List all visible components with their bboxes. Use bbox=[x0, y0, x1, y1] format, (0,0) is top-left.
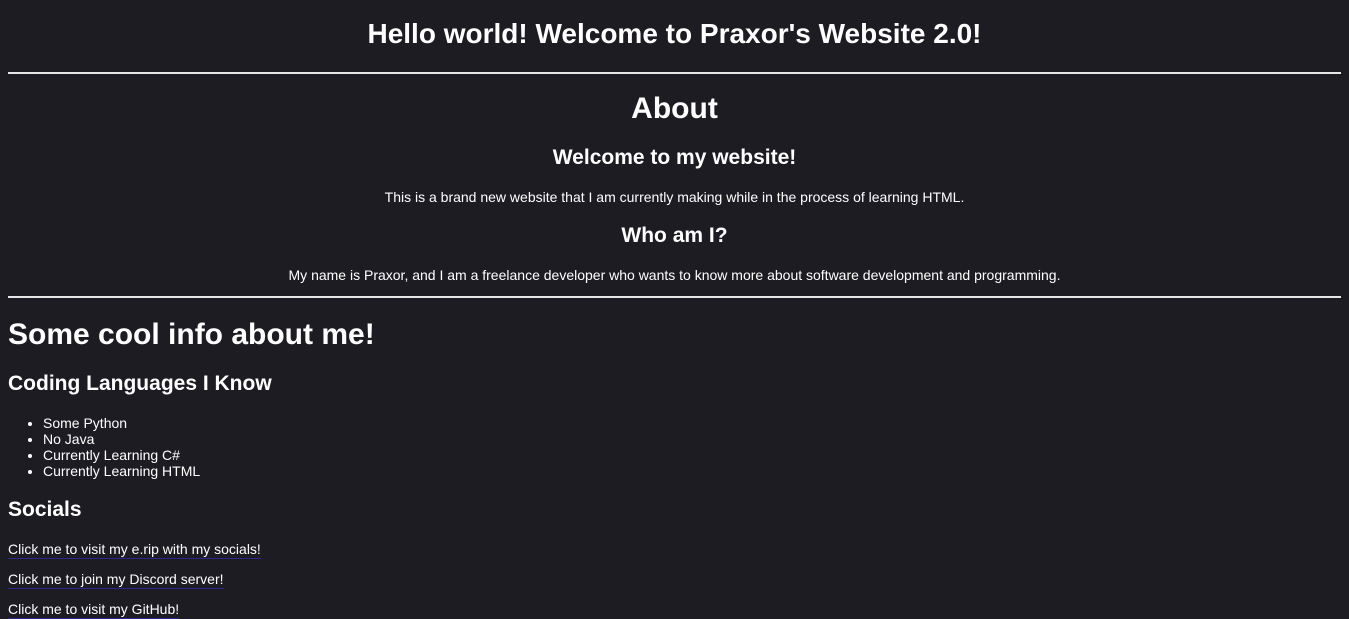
divider-top bbox=[8, 72, 1341, 74]
page: Hello world! Welcome to Praxor's Website… bbox=[0, 0, 1349, 619]
erip-link[interactable]: Click me to visit my e.rip with my socia… bbox=[8, 540, 261, 559]
list-item: Some Python bbox=[43, 415, 200, 431]
who-text: My name is Praxor, and I am a freelance … bbox=[288, 267, 1061, 283]
list-item: No Java bbox=[43, 431, 200, 447]
languages-heading: Coding Languages I Know bbox=[8, 372, 272, 395]
welcome-text: This is a brand new website that I am cu… bbox=[384, 189, 965, 205]
about-heading: About bbox=[631, 92, 718, 125]
list-item: Currently Learning C# bbox=[43, 447, 200, 463]
info-heading: Some cool info about me! bbox=[8, 318, 375, 351]
divider-bottom bbox=[8, 296, 1341, 298]
languages-list: Some Python No Java Currently Learning C… bbox=[8, 415, 200, 479]
list-item: Currently Learning HTML bbox=[43, 463, 200, 479]
socials-heading: Socials bbox=[8, 498, 82, 521]
github-link[interactable]: Click me to visit my GitHub! bbox=[8, 600, 180, 619]
who-heading: Who am I? bbox=[621, 224, 728, 247]
discord-link[interactable]: Click me to join my Discord server! bbox=[8, 570, 224, 589]
page-title: Hello world! Welcome to Praxor's Website… bbox=[367, 18, 982, 49]
welcome-heading: Welcome to my website! bbox=[552, 146, 797, 169]
